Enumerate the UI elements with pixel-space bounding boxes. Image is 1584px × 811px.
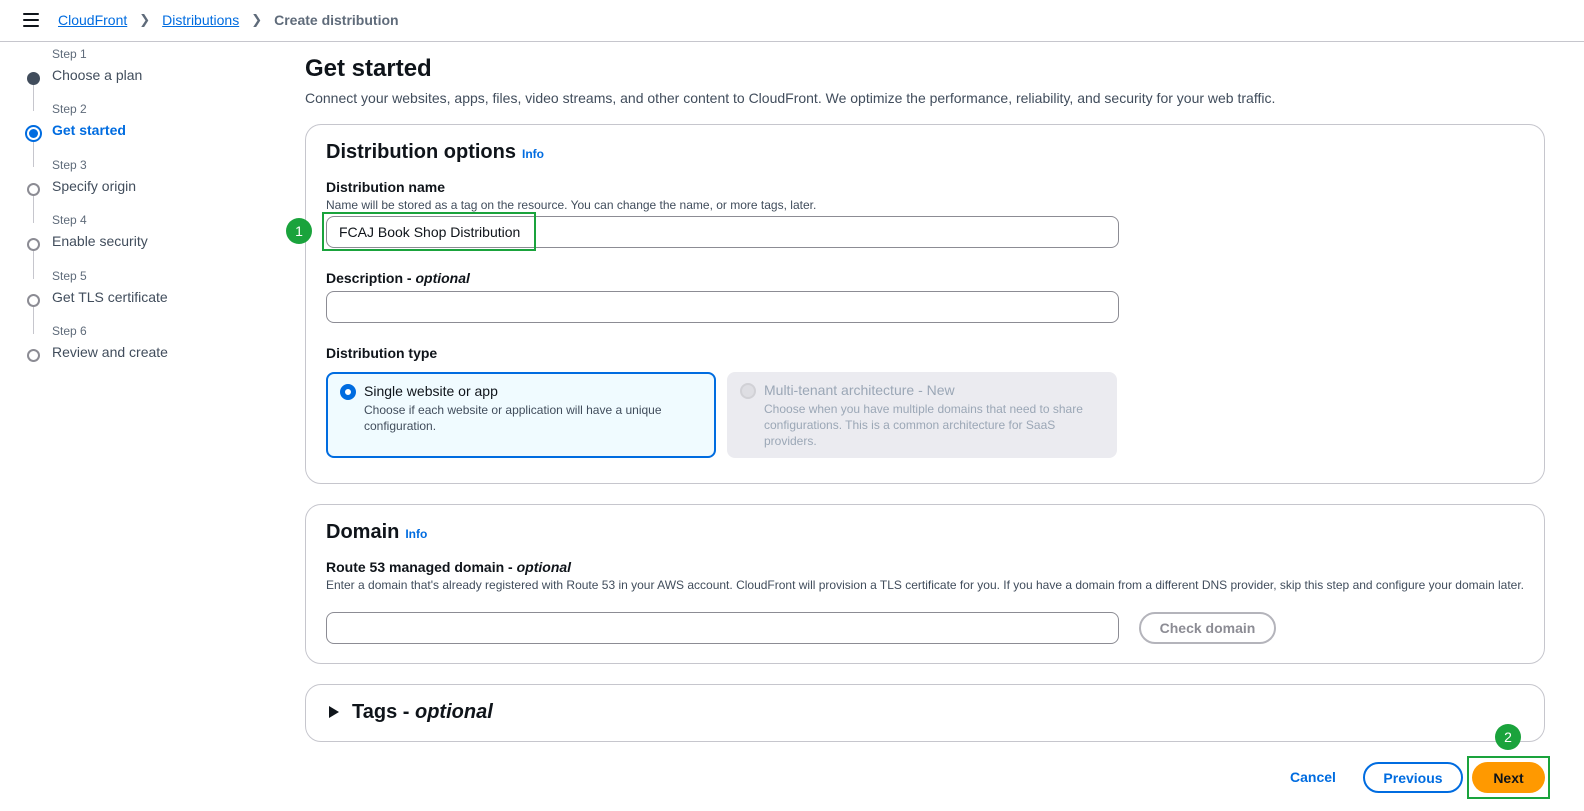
step-pending-icon (27, 238, 40, 251)
wizard-step-1: Step 1 Choose a plan (0, 47, 260, 103)
description-optional-text: optional (415, 270, 470, 286)
previous-button[interactable]: Previous (1363, 762, 1463, 793)
distribution-options-heading: Distribution options (326, 141, 516, 163)
domain-info-link[interactable]: Info (405, 527, 427, 541)
step-number: Step 5 (52, 269, 87, 283)
annotation-badge-2: 2 (1495, 724, 1521, 750)
menu-icon[interactable] (23, 13, 39, 27)
step-current-icon (25, 125, 42, 142)
description-label: Description - optional (326, 270, 470, 286)
distribution-name-label: Distribution name (326, 179, 446, 195)
domain-panel: Domain Info Route 53 managed domain - opt… (305, 504, 1545, 664)
radio-selected-icon[interactable] (340, 384, 356, 400)
step-title-tls-certificate: Get TLS certificate (52, 289, 168, 305)
description-label-text: Description (326, 270, 404, 286)
type-option-multi-tenant: Multi-tenant architecture - New Choose w… (727, 372, 1117, 458)
step-pending-icon (27, 294, 40, 307)
route53-label-text: Route 53 managed domain (326, 559, 505, 575)
highlight-box-next-button (1467, 756, 1550, 799)
route53-domain-input[interactable] (326, 612, 1119, 644)
step-title-enable-security: Enable security (52, 233, 148, 249)
wizard-step-5: Step 5 Get TLS certificate (0, 269, 260, 325)
step-complete-icon (27, 72, 40, 85)
description-input[interactable] (326, 291, 1119, 323)
chevron-right-icon: ❯ (251, 12, 263, 27)
step-number: Step 3 (52, 158, 87, 172)
distribution-options-info-link[interactable]: Info (522, 147, 544, 161)
type-option-title: Multi-tenant architecture - New (764, 382, 955, 398)
route53-domain-hint: Enter a domain that's already registered… (326, 578, 1525, 592)
breadcrumb-distributions[interactable]: Distributions (162, 12, 239, 28)
tags-optional-text: optional (414, 701, 493, 723)
distribution-options-panel: Distribution options Info Distribution na… (305, 124, 1545, 484)
wizard-step-3: Step 3 Specify origin (0, 158, 260, 214)
cancel-button[interactable]: Cancel (1282, 767, 1344, 787)
caret-right-icon[interactable] (329, 706, 339, 718)
distribution-type-label: Distribution type (326, 345, 438, 361)
highlight-box-name-input (322, 212, 536, 251)
step-number: Step 2 (52, 102, 87, 116)
radio-disabled-icon (740, 383, 756, 399)
wizard-step-2: Step 2 Get started (0, 102, 260, 158)
type-option-title: Single website or app (364, 383, 498, 399)
tags-panel[interactable]: Tags - optional (305, 684, 1545, 742)
check-domain-button: Check domain (1139, 612, 1276, 644)
type-option-single-website[interactable]: Single website or app Choose if each web… (326, 372, 716, 458)
route53-domain-label: Route 53 managed domain - optional (326, 559, 572, 575)
step-title-specify-origin: Specify origin (52, 178, 137, 194)
route53-optional-text: optional (516, 559, 572, 575)
step-pending-icon (27, 183, 40, 196)
tags-title[interactable]: Tags - optional (352, 701, 493, 724)
type-option-description: Choose when you have multiple domains th… (764, 402, 1083, 448)
breadcrumb: CloudFront ❯ Distributions ❯ Create dist… (58, 12, 399, 28)
annotation-badge-1: 1 (286, 218, 312, 244)
step-number: Step 4 (52, 213, 87, 227)
wizard-step-4: Step 4 Enable security (0, 213, 260, 269)
step-number: Step 6 (52, 324, 87, 338)
step-pending-icon (27, 349, 40, 362)
page-title: Get started (305, 55, 432, 82)
breadcrumb-cloudfront[interactable]: CloudFront (58, 12, 127, 28)
distribution-name-hint: Name will be stored as a tag on the reso… (326, 198, 817, 212)
step-title-get-started: Get started (52, 122, 126, 138)
tags-heading: Tags (352, 701, 398, 723)
wizard-step-6: Step 6 Review and create (0, 324, 260, 380)
step-title-review-create: Review and create (52, 344, 168, 360)
step-title-choose-plan[interactable]: Choose a plan (52, 67, 142, 83)
type-option-description: Choose if each website or application wi… (364, 403, 662, 433)
domain-heading: Domain (326, 521, 400, 543)
top-navigation-bar: CloudFront ❯ Distributions ❯ Create dist… (0, 0, 1584, 42)
page-description: Connect your websites, apps, files, vide… (305, 90, 1276, 106)
domain-title: Domain Info (326, 521, 427, 544)
distribution-options-title: Distribution options Info (326, 141, 544, 164)
step-number: Step 1 (52, 47, 87, 61)
chevron-right-icon: ❯ (139, 12, 151, 27)
breadcrumb-current: Create distribution (274, 12, 399, 28)
